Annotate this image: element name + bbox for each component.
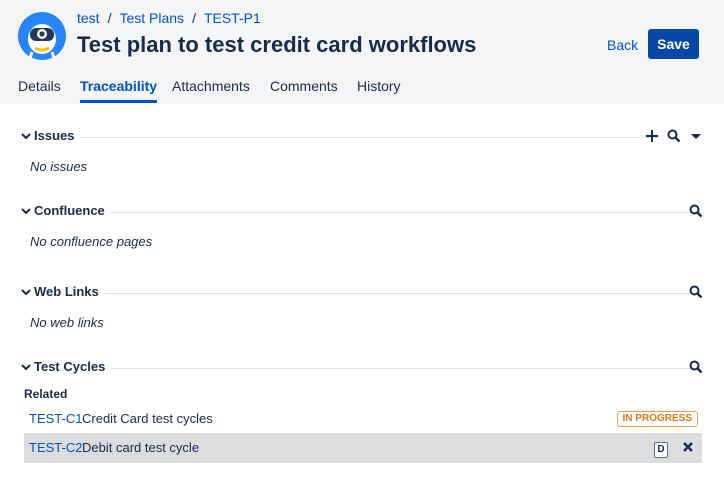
plus-icon[interactable] — [645, 129, 659, 143]
tab-attachments[interactable]: Attachments — [172, 78, 250, 94]
page-header: test / Test Plans / TEST-P1 Test plan to tes… — [0, 0, 724, 104]
tab-comments[interactable]: Comments — [270, 78, 338, 94]
chevron-down-icon[interactable] — [20, 130, 32, 142]
section-divider — [80, 137, 658, 138]
section-divider — [110, 368, 700, 369]
search-icon[interactable] — [689, 360, 703, 374]
breadcrumb-current-item[interactable]: TEST-P1 — [204, 10, 261, 26]
breadcrumb-test-plans[interactable]: Test Plans — [119, 10, 184, 26]
search-icon[interactable] — [689, 204, 703, 218]
test-cycle-key-link[interactable]: TEST-C1 — [29, 411, 82, 426]
test-cycle-name: Debit card test cycle — [82, 440, 200, 455]
tab-details[interactable]: Details — [18, 78, 61, 94]
breadcrumb-project[interactable]: test — [77, 10, 100, 26]
search-icon[interactable] — [689, 285, 703, 299]
test-cycle-key-link[interactable]: TEST-C2 — [29, 440, 82, 455]
active-tab-indicator — [80, 100, 158, 103]
project-avatar-icon[interactable] — [18, 12, 66, 60]
chevron-down-icon[interactable] — [20, 205, 32, 217]
tab-history[interactable]: History — [357, 78, 401, 94]
section-divider — [100, 212, 700, 213]
related-label: Related — [24, 387, 68, 401]
breadcrumb-separator: / — [107, 10, 112, 26]
issues-section-header[interactable]: Issues — [20, 128, 704, 148]
weblinks-section-header[interactable]: Web Links — [20, 284, 704, 304]
close-icon[interactable] — [680, 439, 696, 455]
status-badge: IN PROGRESS — [616, 411, 698, 427]
breadcrumb-separator: / — [192, 10, 196, 26]
search-icon[interactable] — [667, 129, 681, 143]
issues-empty-text: No issues — [30, 159, 88, 174]
chevron-down-icon[interactable] — [20, 361, 32, 373]
caret-down-icon[interactable] — [689, 129, 703, 143]
status-badge: D — [654, 442, 668, 458]
weblinks-section-title: Web Links — [34, 284, 105, 299]
testcycles-section-title: Test Cycles — [34, 359, 112, 374]
test-cycle-name: Credit Card test cycles — [82, 411, 213, 426]
issues-section-title: Issues — [34, 128, 81, 143]
test-cycle-row[interactable]: TEST-C2 Debit card test cycle D — [24, 433, 702, 463]
chevron-down-icon[interactable] — [20, 286, 32, 298]
page-title: Test plan to test credit card workflows — [77, 32, 477, 57]
section-divider — [100, 293, 700, 294]
tab-traceability-label: Traceability — [80, 78, 158, 94]
save-button[interactable]: Save — [648, 29, 699, 59]
weblinks-empty-text: No web links — [30, 315, 104, 330]
back-button[interactable]: Back — [601, 30, 644, 60]
testcycles-section-header[interactable]: Test Cycles — [20, 359, 704, 379]
confluence-section-title: Confluence — [34, 203, 111, 218]
tab-bar: Details Traceability Attachments Comment… — [0, 78, 724, 104]
tab-traceability[interactable]: Traceability — [80, 78, 158, 103]
breadcrumb: test / Test Plans / TEST-P1 — [77, 10, 261, 26]
confluence-section-header[interactable]: Confluence — [20, 203, 704, 223]
test-cycle-row[interactable]: TEST-C1 Credit Card test cycles IN PROGR… — [24, 404, 702, 434]
confluence-empty-text: No confluence pages — [30, 234, 153, 249]
